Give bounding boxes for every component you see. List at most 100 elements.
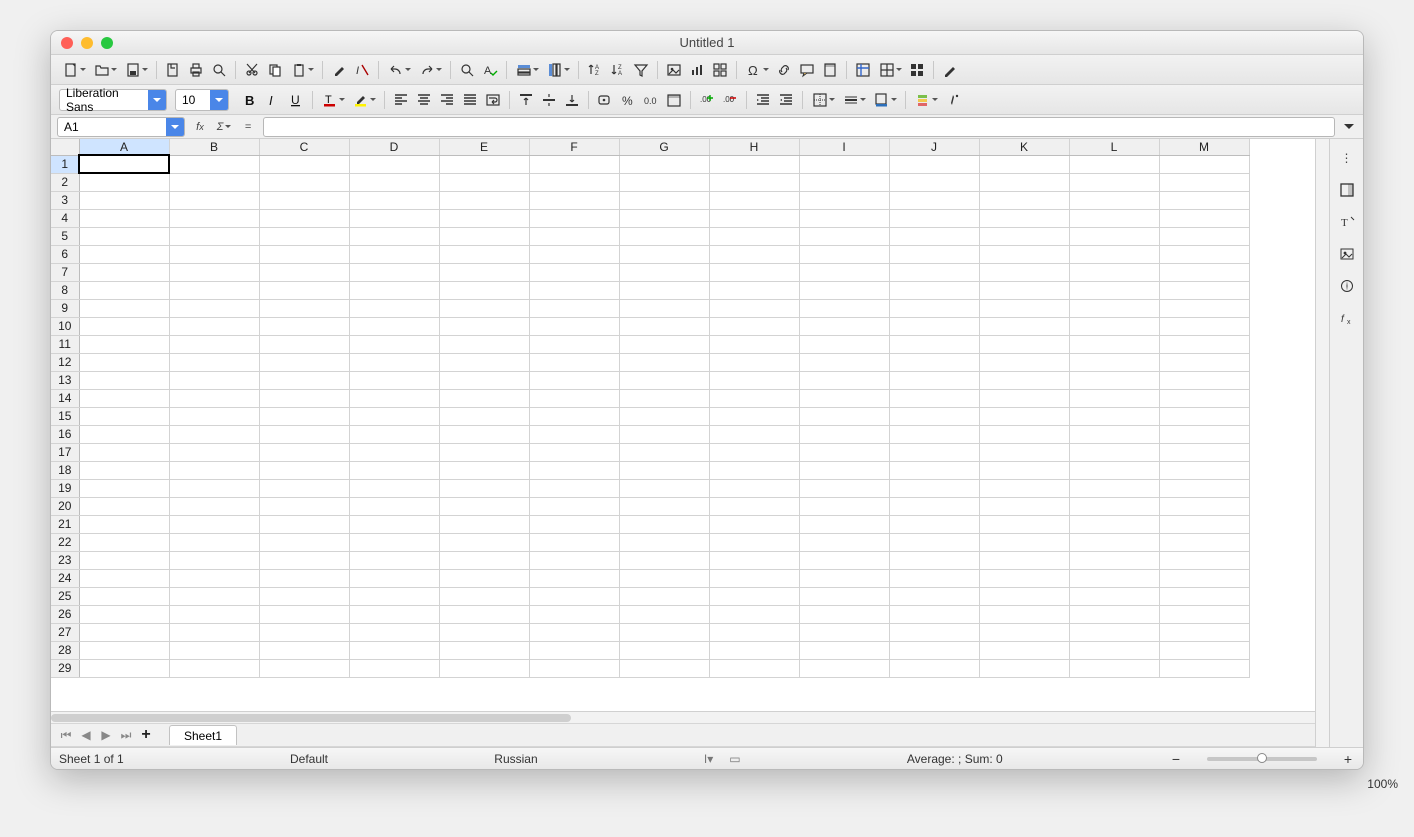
cell[interactable] — [799, 479, 889, 497]
column-header[interactable]: H — [709, 139, 799, 155]
cell[interactable] — [259, 389, 349, 407]
cell[interactable] — [799, 191, 889, 209]
add-decimal-button[interactable]: .00 — [696, 88, 718, 112]
cell[interactable] — [979, 263, 1069, 281]
cell[interactable] — [439, 425, 529, 443]
cell[interactable] — [259, 479, 349, 497]
cell[interactable] — [1069, 605, 1159, 623]
cell[interactable] — [259, 659, 349, 677]
cell[interactable] — [169, 209, 259, 227]
cell[interactable] — [529, 587, 619, 605]
cell[interactable] — [1159, 461, 1249, 479]
select-all-corner[interactable] — [51, 139, 79, 155]
zoom-window-button[interactable] — [101, 37, 113, 49]
cell[interactable] — [799, 155, 889, 173]
row-header[interactable]: 11 — [51, 335, 79, 353]
cell[interactable] — [709, 533, 799, 551]
cell[interactable] — [799, 515, 889, 533]
cell[interactable] — [979, 353, 1069, 371]
horizontal-scrollbar[interactable] — [51, 711, 1315, 723]
cell[interactable] — [79, 317, 169, 335]
cell[interactable] — [889, 407, 979, 425]
formula-equals-button[interactable]: = — [239, 118, 257, 136]
cell[interactable] — [979, 227, 1069, 245]
cell[interactable] — [889, 317, 979, 335]
cell[interactable] — [259, 587, 349, 605]
cell[interactable] — [709, 173, 799, 191]
cell[interactable] — [169, 245, 259, 263]
cell[interactable] — [799, 407, 889, 425]
cell[interactable] — [439, 245, 529, 263]
cell[interactable] — [709, 353, 799, 371]
cell[interactable] — [529, 227, 619, 245]
cell[interactable] — [349, 605, 439, 623]
column-header[interactable]: K — [979, 139, 1069, 155]
cell[interactable] — [709, 425, 799, 443]
cell[interactable] — [439, 371, 529, 389]
row-header[interactable]: 17 — [51, 443, 79, 461]
insert-image-button[interactable] — [663, 58, 685, 82]
cell[interactable] — [439, 497, 529, 515]
column-header[interactable]: L — [1069, 139, 1159, 155]
highlight-color-button[interactable] — [349, 88, 379, 112]
cell[interactable] — [889, 245, 979, 263]
cell[interactable] — [889, 155, 979, 173]
cell[interactable] — [439, 587, 529, 605]
cell[interactable] — [1069, 479, 1159, 497]
cell[interactable] — [259, 317, 349, 335]
cell[interactable] — [709, 461, 799, 479]
cell[interactable] — [1159, 389, 1249, 407]
cell[interactable] — [1069, 461, 1159, 479]
cell[interactable] — [79, 587, 169, 605]
cell[interactable] — [79, 425, 169, 443]
paste-button[interactable] — [287, 58, 317, 82]
cell[interactable] — [439, 389, 529, 407]
cell[interactable] — [439, 605, 529, 623]
cell[interactable] — [79, 461, 169, 479]
sort-desc-button[interactable]: ZA — [607, 58, 629, 82]
cell[interactable] — [1159, 569, 1249, 587]
cell[interactable] — [79, 659, 169, 677]
cell[interactable] — [979, 299, 1069, 317]
cell[interactable] — [169, 659, 259, 677]
add-sheet-button[interactable]: + — [137, 726, 155, 744]
cell[interactable] — [1069, 227, 1159, 245]
cell[interactable] — [529, 353, 619, 371]
cell[interactable] — [1159, 173, 1249, 191]
cell[interactable] — [889, 551, 979, 569]
cell[interactable] — [529, 551, 619, 569]
insert-chart-button[interactable] — [686, 58, 708, 82]
cell[interactable] — [259, 281, 349, 299]
cut-button[interactable] — [241, 58, 263, 82]
cell[interactable] — [439, 299, 529, 317]
row-header[interactable]: 5 — [51, 227, 79, 245]
sort-asc-button[interactable]: AZ — [584, 58, 606, 82]
row-header[interactable]: 23 — [51, 551, 79, 569]
cell[interactable] — [79, 551, 169, 569]
cell[interactable] — [529, 209, 619, 227]
copy-button[interactable] — [264, 58, 286, 82]
cell[interactable] — [259, 299, 349, 317]
zoom-in-button[interactable]: + — [1341, 751, 1355, 767]
cell[interactable] — [799, 659, 889, 677]
cell[interactable] — [79, 497, 169, 515]
cell[interactable] — [619, 227, 709, 245]
cell[interactable] — [1159, 317, 1249, 335]
cell[interactable] — [259, 605, 349, 623]
font-color-button[interactable]: T — [318, 88, 348, 112]
cell[interactable] — [799, 641, 889, 659]
border-color-button[interactable] — [870, 88, 900, 112]
borders-button[interactable] — [808, 88, 838, 112]
first-sheet-button[interactable]: ⏮ — [57, 726, 75, 744]
cell[interactable] — [169, 515, 259, 533]
cell[interactable] — [259, 533, 349, 551]
cell[interactable] — [529, 371, 619, 389]
cell[interactable] — [1159, 335, 1249, 353]
function-wizard-button[interactable]: fx — [191, 118, 209, 136]
cell[interactable] — [79, 263, 169, 281]
row-header[interactable]: 13 — [51, 371, 79, 389]
cell[interactable] — [979, 569, 1069, 587]
row-header[interactable]: 2 — [51, 173, 79, 191]
cell[interactable] — [709, 227, 799, 245]
cell[interactable] — [1069, 497, 1159, 515]
